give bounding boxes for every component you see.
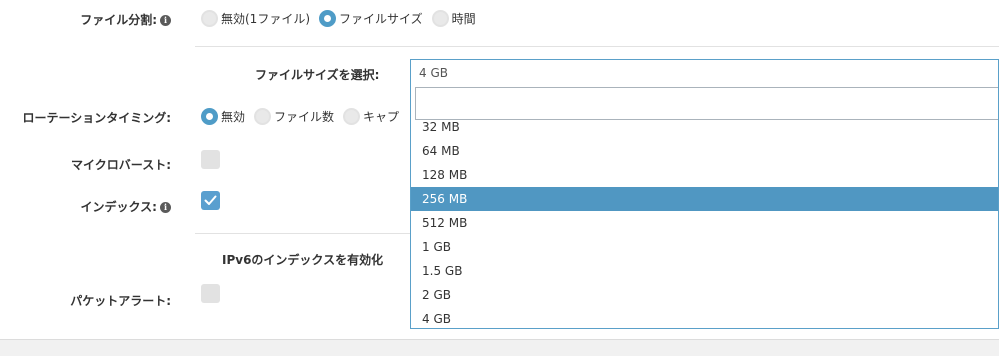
file-split-label: ファイル分割: i [80, 11, 171, 28]
radio-button[interactable] [343, 108, 361, 125]
divider [195, 233, 410, 234]
file-size-option[interactable]: 1.5 GB [411, 259, 998, 283]
ipv6-index-label: IPv6のインデックスを有効化 [222, 253, 384, 267]
file-split-option-file-size[interactable]: ファイルサイズ [319, 10, 423, 27]
file-split-option-time[interactable]: 時間 [431, 10, 476, 27]
file-size-option[interactable]: 2 GB [411, 283, 998, 307]
file-split-radio-group: 無効(1ファイル) ファイルサイズ 時間 [201, 10, 485, 27]
file-size-select[interactable]: 4 GB [410, 59, 999, 86]
file-split-option-disabled[interactable]: 無効(1ファイル) [201, 10, 310, 27]
microburst-checkbox[interactable] [201, 150, 220, 169]
file-size-option[interactable]: 1 GB [411, 235, 998, 259]
file-size-selected-value: 4 GB [419, 66, 448, 80]
rotation-option-capture[interactable]: キャプ [343, 108, 399, 125]
file-size-dropdown: 32 MB 64 MB 128 MB 256 MB 512 MB 1 GB 1.… [410, 86, 999, 329]
file-size-option[interactable]: 512 MB [411, 211, 998, 235]
index-label: インデックス: i [81, 198, 171, 215]
dropdown-search-input[interactable] [415, 87, 998, 120]
rotation-timing-label: ローテーションタイミング: [22, 111, 171, 125]
radio-button-checked[interactable] [201, 108, 218, 125]
radio-button[interactable] [254, 108, 272, 125]
info-icon[interactable]: i [160, 202, 171, 213]
file-size-options-list: 32 MB 64 MB 128 MB 256 MB 512 MB 1 GB 1.… [411, 115, 998, 328]
microburst-label: マイクロバースト: [71, 158, 171, 172]
rotation-option-disabled[interactable]: 無効 [201, 108, 245, 125]
radio-button-checked[interactable] [319, 10, 336, 27]
info-icon[interactable]: i [160, 15, 171, 26]
settings-panel: ファイル分割: i 無効(1ファイル) ファイルサイズ 時間 ファイルサイズを選択… [0, 0, 999, 340]
file-size-label: ファイルサイズを選択: [255, 68, 380, 82]
index-checkbox[interactable] [201, 191, 220, 210]
file-size-option[interactable]: 64 MB [411, 139, 998, 163]
rotation-option-file-count[interactable]: ファイル数 [254, 108, 334, 125]
check-icon [204, 195, 217, 205]
rotation-timing-radio-group: 無効 ファイル数 キャプ [201, 108, 408, 125]
packet-alert-label: パケットアラート: [70, 294, 171, 308]
radio-button[interactable] [201, 10, 218, 27]
file-size-option[interactable]: 4 GB [411, 307, 998, 328]
divider [195, 46, 999, 47]
packet-alert-checkbox[interactable] [201, 284, 220, 303]
file-size-option-highlighted[interactable]: 256 MB [411, 187, 998, 211]
radio-button[interactable] [431, 10, 449, 27]
file-size-option[interactable]: 128 MB [411, 163, 998, 187]
